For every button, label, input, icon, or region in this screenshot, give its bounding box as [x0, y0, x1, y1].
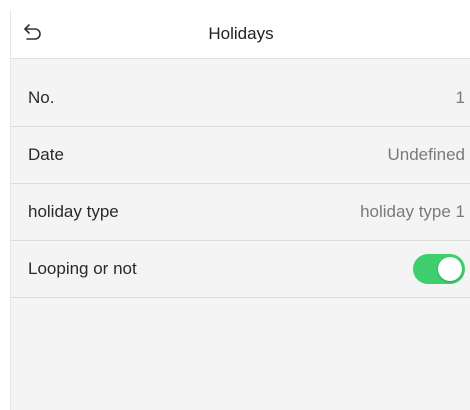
- row-looping-label: Looping or not: [28, 259, 137, 278]
- looping-toggle[interactable]: [413, 254, 465, 284]
- settings-list: No. 1 Date Undefined holiday type holida…: [11, 70, 470, 298]
- row-number-value: 1: [455, 88, 465, 107]
- row-date-value: Undefined: [387, 145, 465, 164]
- header-bar: Holidays: [11, 10, 470, 59]
- holidays-screen: Holidays No. 1 Date Undefined holiday ty…: [10, 10, 470, 410]
- row-holiday-type-value: holiday type 1: [360, 202, 465, 221]
- page-title: Holidays: [208, 24, 274, 43]
- row-number-label: No.: [28, 88, 55, 107]
- row-date-label: Date: [28, 145, 64, 164]
- row-holiday-type[interactable]: holiday type holiday type 1: [11, 184, 470, 241]
- toggle-knob: [438, 257, 462, 281]
- row-number[interactable]: No. 1: [11, 70, 470, 127]
- row-looping[interactable]: Looping or not: [11, 241, 470, 298]
- row-date[interactable]: Date Undefined: [11, 127, 470, 184]
- row-holiday-type-label: holiday type: [28, 202, 119, 221]
